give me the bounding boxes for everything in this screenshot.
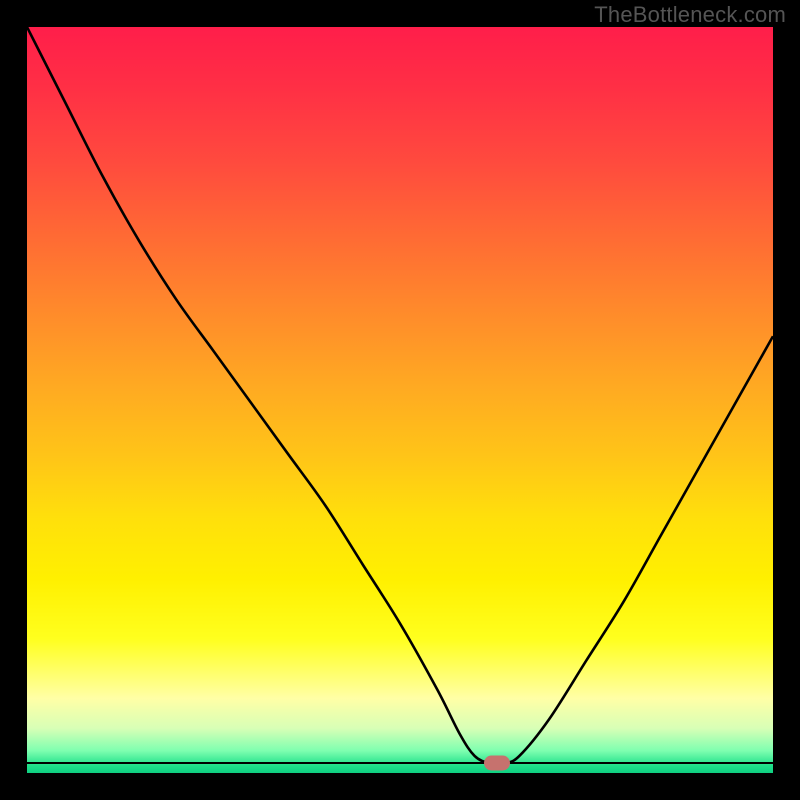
baseline [27, 762, 773, 764]
chart-frame: TheBottleneck.com [0, 0, 800, 800]
optimal-marker [484, 756, 510, 771]
bottleneck-curve [27, 27, 773, 773]
curve-path [27, 27, 773, 764]
plot-area [27, 27, 773, 773]
watermark-text: TheBottleneck.com [594, 2, 786, 28]
